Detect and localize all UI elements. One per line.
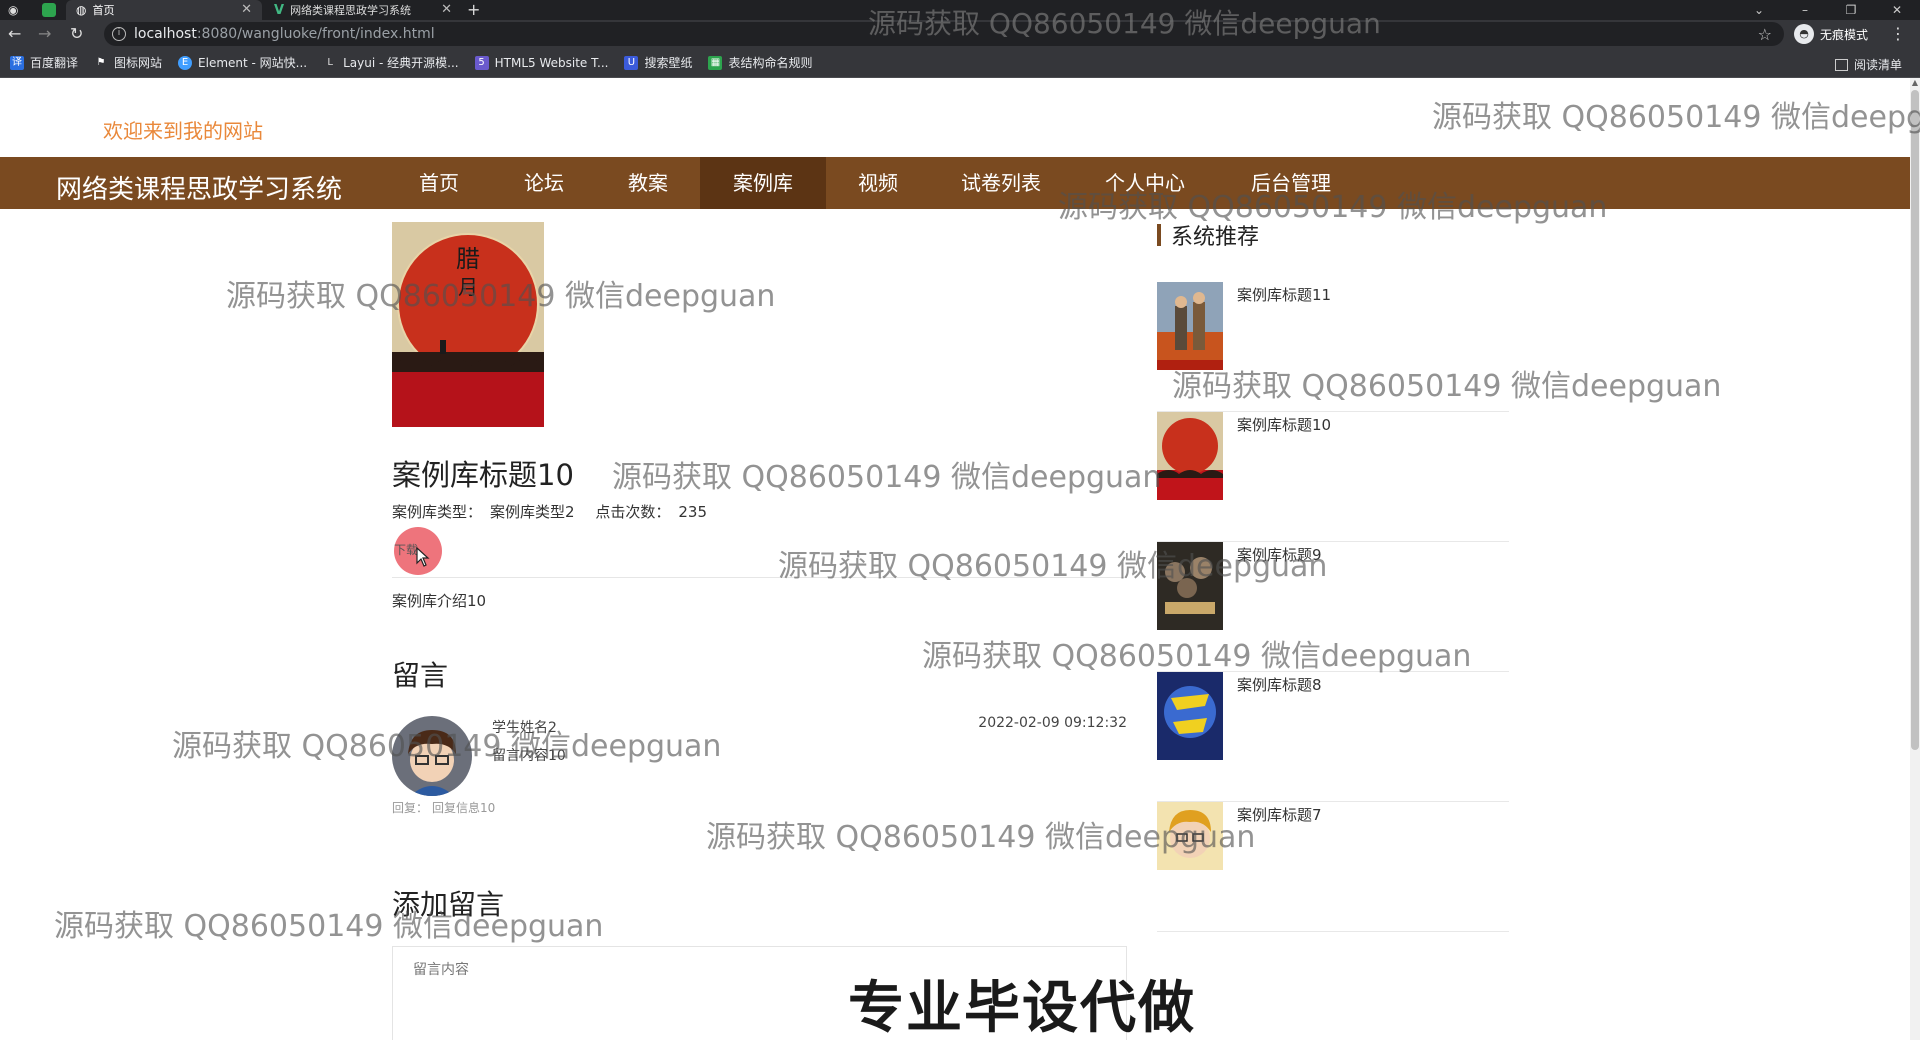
welcome-text: 欢迎来到我的网站 bbox=[103, 119, 263, 143]
restore-icon[interactable]: ❐ bbox=[1828, 0, 1874, 20]
recommend-title[interactable]: 案例库标题7 bbox=[1237, 804, 1322, 825]
nav-exam-list[interactable]: 试卷列表 bbox=[936, 157, 1066, 209]
close-tab-icon[interactable]: ✕ bbox=[441, 2, 452, 17]
bookmark-item[interactable]: ▦ 表结构命名规则 bbox=[708, 54, 812, 71]
site-info-icon[interactable]: i bbox=[112, 27, 126, 41]
tab-system[interactable]: V 网络类课程思政学习系统 ✕ bbox=[266, 0, 462, 20]
watermark: 源码获取 QQ86050149 微信deepguan bbox=[1432, 100, 1920, 135]
message-reply: 回复： 回复信息10 bbox=[392, 801, 496, 815]
message-content: 留言内容10 bbox=[492, 748, 566, 764]
messages-heading: 留言 bbox=[392, 659, 449, 692]
recommend-thumbnail[interactable] bbox=[1157, 542, 1223, 630]
recommend-thumbnail[interactable] bbox=[1157, 802, 1223, 870]
html5-icon: 5 bbox=[474, 55, 489, 70]
bookmarks-bar: 译百度翻译 ⚑ 图标网站 E Element - 网站快... L Layui - 经… bbox=[0, 48, 1920, 78]
mouse-cursor-icon bbox=[416, 547, 430, 567]
reading-list-icon bbox=[1834, 58, 1848, 71]
url-text[interactable]: localhost:8080/wangluoke/front/index.htm… bbox=[134, 26, 435, 42]
nav-home[interactable]: 首页 bbox=[393, 157, 485, 209]
layui-icon: L bbox=[327, 56, 333, 68]
recommend-thumbnail[interactable] bbox=[1157, 412, 1223, 500]
nav-personal-center[interactable]: 个人中心 bbox=[1080, 157, 1210, 209]
recommend-item[interactable]: 案例库标题7 bbox=[1157, 802, 1509, 932]
nav-lesson-plans[interactable]: 教案 bbox=[600, 157, 696, 209]
recommend-title[interactable]: 案例库标题8 bbox=[1237, 674, 1322, 695]
nav-admin[interactable]: 后台管理 bbox=[1226, 157, 1356, 209]
browser-tab-strip: ◉ ◍ 首页 ✕ V 网络类课程思政学习系统 ✕ + ⌄ – ❐ ✕ bbox=[0, 0, 1920, 20]
recommend-title[interactable]: 案例库标题10 bbox=[1237, 414, 1331, 435]
case-title: 案例库标题10 bbox=[392, 458, 574, 492]
web-page: 欢迎来到我的网站 网络类课程思政学习系统 首页 论坛 教案 案例库 视频 试卷列… bbox=[0, 78, 1920, 1040]
minimize-icon[interactable]: – bbox=[1782, 0, 1828, 20]
bookmark-item[interactable]: U 搜索壁纸 bbox=[624, 54, 692, 71]
bookmark-item[interactable]: ⚑ 图标网站 bbox=[94, 54, 163, 71]
case-meta: 案例库类型： 案例库类型2 点击次数： 235 bbox=[392, 503, 707, 521]
nav-case-library[interactable]: 案例库 bbox=[700, 157, 826, 209]
bookmark-item[interactable]: L Layui - 经典开源模... bbox=[323, 54, 458, 71]
recommend-title[interactable]: 案例库标题9 bbox=[1237, 544, 1322, 565]
case-intro: 案例库介绍10 bbox=[392, 592, 487, 610]
recommend-item[interactable]: 案例库标题11 bbox=[1157, 282, 1509, 412]
watermark: 源码获取 QQ86050149 微信deepguan bbox=[54, 909, 604, 944]
recommend-item[interactable]: 案例库标题10 bbox=[1157, 412, 1509, 542]
svg-text:月: 月 bbox=[458, 275, 478, 299]
avatar bbox=[392, 716, 472, 796]
message-author: 学生姓名2 bbox=[492, 720, 557, 736]
divider bbox=[392, 577, 1127, 578]
sheet-icon: ▦ bbox=[708, 55, 723, 70]
download-button[interactable]: 下载 bbox=[392, 525, 442, 575]
tab-home[interactable]: ◍ 首页 ✕ bbox=[66, 0, 262, 20]
promo-stamp: 专业毕设代做 bbox=[848, 976, 1196, 1040]
nav-video[interactable]: 视频 bbox=[830, 157, 926, 209]
scrollbar-thumb[interactable] bbox=[1911, 90, 1919, 750]
case-poster-image: 腊 月 bbox=[392, 222, 544, 427]
reading-list[interactable]: 阅读清单 bbox=[1834, 56, 1902, 73]
watermark: 源码获取 QQ86050149 微信deepguan bbox=[612, 460, 1162, 495]
nav-forum[interactable]: 论坛 bbox=[496, 157, 592, 209]
recommend-item[interactable]: 案例库标题9 bbox=[1157, 542, 1509, 672]
bookmark-item[interactable]: E Element - 网站快... bbox=[178, 54, 307, 71]
reload-icon[interactable]: ↻ bbox=[70, 24, 83, 44]
bookmark-star-icon[interactable]: ☆ bbox=[1758, 25, 1772, 44]
scroll-up-icon[interactable]: ▲ bbox=[1910, 78, 1920, 87]
add-message-heading: 添加留言 bbox=[392, 888, 505, 921]
vue-icon: V bbox=[274, 2, 285, 18]
new-tab-icon[interactable]: + bbox=[467, 0, 480, 20]
sheets-tab-icon[interactable] bbox=[42, 3, 56, 17]
tab-search-icon[interactable]: ⌄ bbox=[1736, 0, 1782, 20]
site-navbar: 网络类课程思政学习系统 首页 论坛 教案 案例库 视频 试卷列表 个人中心 后台… bbox=[0, 157, 1910, 209]
close-tab-icon[interactable]: ✕ bbox=[241, 2, 252, 17]
bookmark-item[interactable]: 译百度翻译 bbox=[10, 54, 78, 71]
svg-text:腊: 腊 bbox=[456, 245, 480, 273]
element-icon: E bbox=[178, 55, 193, 70]
globe-icon: ◍ bbox=[76, 3, 87, 17]
browser-toolbar: ← → ↻ i localhost:8080/wangluoke/front/i… bbox=[0, 20, 1920, 48]
recommend-thumbnail[interactable] bbox=[1157, 672, 1223, 760]
page-scrollbar[interactable]: ▲ bbox=[1910, 78, 1920, 1040]
incognito-indicator[interactable]: ◓ 无痕模式 bbox=[1794, 24, 1868, 44]
close-window-icon[interactable]: ✕ bbox=[1874, 0, 1920, 20]
recommend-thumbnail[interactable] bbox=[1157, 282, 1223, 370]
incognito-icon: ◓ bbox=[1794, 24, 1814, 44]
window-controls: ⌄ – ❐ ✕ bbox=[1736, 0, 1920, 20]
translate-icon: 译 bbox=[10, 55, 24, 70]
forward-icon[interactable]: → bbox=[38, 24, 51, 44]
recommend-item[interactable]: 案例库标题8 bbox=[1157, 672, 1509, 802]
back-icon[interactable]: ← bbox=[8, 24, 21, 44]
flag-icon: ⚑ bbox=[96, 56, 106, 68]
browser-menu-icon[interactable]: ◉ bbox=[8, 0, 18, 20]
recommend-heading: 系统推荐 bbox=[1157, 222, 1259, 250]
recommend-title[interactable]: 案例库标题11 bbox=[1237, 284, 1331, 305]
bookmark-item[interactable]: 5 HTML5 Website T... bbox=[474, 55, 608, 70]
site-brand[interactable]: 网络类课程思政学习系统 bbox=[56, 169, 342, 206]
wallpaper-icon: U bbox=[624, 55, 639, 70]
address-bar[interactable]: i localhost:8080/wangluoke/front/index.h… bbox=[104, 22, 1784, 46]
message-time: 2022-02-09 09:12:32 bbox=[978, 715, 1127, 731]
more-menu-icon[interactable]: ⋮ bbox=[1890, 24, 1906, 43]
heading-accent-bar bbox=[1157, 224, 1161, 246]
